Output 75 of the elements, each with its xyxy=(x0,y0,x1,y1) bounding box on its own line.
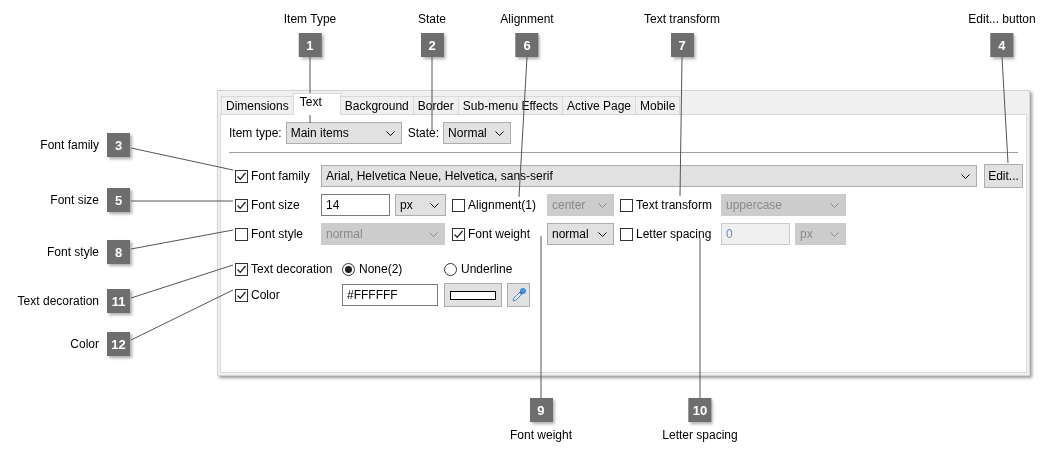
tab[interactable]: Text xyxy=(292,93,341,115)
callout-badge: 8 xyxy=(107,240,130,264)
callout-label: Text decoration xyxy=(17,293,99,309)
checkbox[interactable] xyxy=(452,198,465,212)
checkbox-label: Alignment(1) xyxy=(468,198,537,212)
dropdown[interactable]: Arial, Helvetica Neue, Helvetica, sans-serif xyxy=(321,165,977,187)
checkbox-label: Color xyxy=(251,288,280,302)
caret-icon xyxy=(430,202,439,208)
leader-line xyxy=(309,56,311,124)
checkbox[interactable] xyxy=(235,169,248,183)
callout-badge: 1 xyxy=(298,33,322,57)
callout-badge: 4 xyxy=(990,33,1014,57)
callout-badge: 10 xyxy=(688,398,712,422)
callout-label: Alignment xyxy=(500,12,554,27)
callout-badge: 9 xyxy=(529,398,553,422)
dropdown[interactable]: px xyxy=(395,194,446,216)
checkbox-label: Font size xyxy=(251,198,300,212)
checkbox[interactable] xyxy=(235,262,248,276)
callout-badge: 7 xyxy=(670,33,694,57)
checkbox[interactable] xyxy=(235,198,248,212)
color-button[interactable] xyxy=(444,283,502,307)
checkbox[interactable] xyxy=(452,227,465,241)
callout-label: State xyxy=(418,12,446,27)
radio-button[interactable] xyxy=(444,262,457,276)
callout-label: Color xyxy=(70,336,99,352)
callout-badge: 3 xyxy=(107,133,130,157)
callout-label: Edit... button xyxy=(968,12,1036,27)
checkbox-label: Text decoration xyxy=(251,262,333,276)
caret-icon xyxy=(598,202,607,208)
color-swatch-icon xyxy=(450,290,496,300)
tab[interactable]: Active Page xyxy=(561,96,636,114)
caret-icon xyxy=(429,231,438,237)
tab[interactable]: Background xyxy=(339,96,414,114)
checkbox-label: Letter spacing xyxy=(636,227,712,241)
callout-label: Text transform xyxy=(644,12,720,27)
dropdown[interactable]: Main items xyxy=(285,122,402,144)
field-label: State: xyxy=(407,126,440,140)
callout-badge: 6 xyxy=(515,33,539,57)
caret-icon xyxy=(495,130,505,136)
input-field[interactable]: 14 xyxy=(321,194,390,216)
callout-badge: 2 xyxy=(420,33,444,57)
caret-icon xyxy=(830,231,839,237)
checkbox-label: Text transform xyxy=(636,198,713,212)
radio-label: None(2) xyxy=(359,262,403,276)
radio-button[interactable] xyxy=(342,262,355,276)
tab[interactable]: Mobile xyxy=(635,96,681,114)
callout-badge: 11 xyxy=(107,289,130,313)
caret-icon xyxy=(385,130,395,136)
tab[interactable]: Dimensions xyxy=(221,96,294,114)
callout-label: Letter spacing xyxy=(662,428,738,443)
edit-button[interactable]: Edit... xyxy=(984,164,1023,188)
callout-label: Font style xyxy=(46,244,99,260)
checkbox[interactable] xyxy=(620,198,633,212)
checkbox[interactable] xyxy=(235,288,248,302)
dropdown[interactable]: Normal xyxy=(443,122,512,144)
checkbox-label: Font style xyxy=(251,227,304,241)
caret-icon xyxy=(830,202,839,208)
checkbox[interactable] xyxy=(235,227,248,241)
eyedropper-icon xyxy=(510,287,527,303)
radio-label: Underline xyxy=(461,262,513,276)
eyedropper-button[interactable] xyxy=(507,283,530,307)
callout-label: Font weight xyxy=(510,428,572,443)
caret-icon xyxy=(961,173,970,179)
caret-icon xyxy=(598,231,607,237)
field-label: Item type: xyxy=(229,126,282,140)
callout-badge: 5 xyxy=(107,188,130,212)
callout-badge: 12 xyxy=(107,332,130,356)
dropdown[interactable]: normal xyxy=(547,223,614,245)
checkbox-label: Font family xyxy=(251,169,310,183)
checkbox[interactable] xyxy=(620,227,633,241)
checkbox-label: Font weight xyxy=(468,227,531,241)
callout-label: Font family xyxy=(40,137,99,153)
input-field[interactable]: #FFFFFF xyxy=(342,284,438,306)
callout-label: Font size xyxy=(50,192,99,208)
callout-label: Item Type xyxy=(283,12,337,27)
